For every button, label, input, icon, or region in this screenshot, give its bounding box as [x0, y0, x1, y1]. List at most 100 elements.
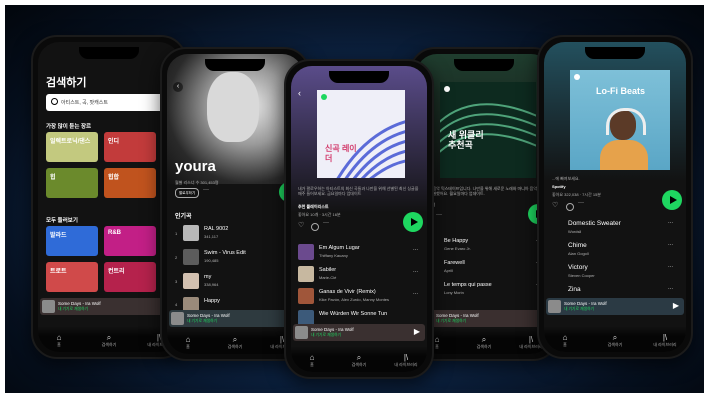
track-plays: 338,964 — [204, 282, 219, 287]
playlist-cover: 새 위클리 추천곡 — [440, 82, 536, 178]
miniplayer-art — [42, 300, 55, 313]
cover-pattern — [336, 120, 405, 178]
nav-home[interactable]: ⌂ 홈 — [44, 333, 74, 348]
marketing-stage: 검색하기 아티스트, 곡, 팟캐스트 가장 많이 듣는 장르 일렉트로닉/댄스 … — [5, 5, 704, 393]
track-title: Zina — [568, 286, 581, 293]
home-icon: ⌂ — [562, 333, 568, 342]
artist-name: youra — [175, 158, 216, 175]
more-icon[interactable]: ··· — [436, 212, 442, 218]
nav-search[interactable]: ⌕ 검색하기 — [600, 333, 630, 348]
miniplayer-track: Some Days - Ira Wolf — [436, 313, 479, 318]
track-title: Le temps qui passe — [444, 282, 492, 288]
nav-home[interactable]: ⌂ 홈 — [550, 333, 580, 348]
more-icon[interactable]: ··· — [323, 220, 329, 226]
section-browse-all: 모두 둘러보기 — [46, 218, 78, 224]
play-button[interactable] — [662, 190, 682, 210]
search-icon: ⌕ — [481, 335, 487, 344]
genre-label: 힙 — [50, 175, 56, 181]
track-title: Ganas de Vivir (Remix) — [319, 289, 376, 295]
play-button[interactable] — [403, 212, 423, 232]
nav-home[interactable]: ⌂ 홈 — [297, 353, 327, 368]
genre-label: 일렉트로닉/댄스 — [50, 139, 91, 145]
nav-search[interactable]: ⌕ 검색하기 — [469, 335, 499, 350]
nav-search[interactable]: ⌕ 검색하기 — [94, 333, 124, 348]
track-plays: 341,117 — [204, 234, 219, 239]
more-icon[interactable]: ··· — [668, 242, 673, 248]
track-art — [298, 266, 314, 282]
playlist-phone: ‹ 신곡 레이더 내가 팔로우하는 아티스트의 최신 곡들과 나만을 위해 선별… — [284, 59, 434, 379]
genre-card-hiphop[interactable]: 힙합 — [104, 168, 156, 198]
track-artist: Thiffany Kauany — [319, 253, 348, 258]
miniplayer-track: Some Days - Ira Wolf — [311, 327, 354, 332]
nav-home[interactable]: ⌂ 홈 — [173, 335, 203, 350]
miniplayer-device: 내 기기로 재생하기 — [311, 333, 342, 337]
nav-library[interactable]: |\ 내 라이브러리 — [391, 353, 421, 368]
more-icon[interactable]: ··· — [413, 291, 418, 297]
home-icon: ⌂ — [56, 333, 62, 342]
playlist-owner: 추천 플레이리스트 — [298, 204, 329, 209]
nav-search[interactable]: ⌕ 검색하기 — [344, 353, 374, 368]
spotify-logo-icon — [321, 94, 327, 100]
genre-card-electronic[interactable]: 일렉트로닉/댄스 — [46, 132, 98, 162]
more-icon[interactable]: ··· — [668, 264, 673, 270]
bottom-nav: ⌂ 홈 ⌕ 검색하기 |\ 내 라이브러리 — [544, 326, 686, 352]
track-title: Em Algum Lugar — [319, 245, 360, 251]
track-title: Be Happy — [444, 238, 469, 244]
more-icon[interactable]: ··· — [413, 269, 418, 275]
miniplayer-track: Some Days - Ira Wolf — [564, 301, 607, 306]
download-icon[interactable] — [311, 223, 319, 231]
follow-button[interactable]: 팔로우하기 — [175, 188, 199, 198]
genre-label: 컨트리 — [108, 269, 125, 275]
cover-title: Lo-Fi Beats — [596, 86, 646, 96]
genre-card-hip[interactable]: 힙 — [46, 168, 98, 198]
follow-label: 팔로우하기 — [179, 191, 196, 195]
genre-card-indie[interactable]: 인디 — [104, 132, 156, 162]
back-icon[interactable]: ‹ — [173, 82, 183, 92]
play-icon[interactable]: ▶ — [414, 327, 420, 336]
search-input[interactable]: 아티스트, 곡, 팟캐스트 — [46, 94, 164, 111]
library-icon: |\ — [403, 353, 409, 362]
playlist-owner: Spotify — [552, 184, 566, 189]
playlist-description: 주간 음악 믹스테이프입니다. 나만을 위해 새로운 노래와 마니아 음악 들을… — [424, 186, 542, 196]
play-icon[interactable]: ▶ — [673, 301, 679, 310]
search-icon: ⌕ — [612, 333, 618, 342]
more-icon[interactable]: ··· — [578, 200, 584, 206]
track-title: RAL 9002 — [204, 226, 229, 232]
cover-person-body — [600, 140, 648, 170]
nav-library[interactable]: |\ 내 라이브러리 — [650, 333, 680, 348]
genre-card-ballad[interactable]: 발라드 — [46, 226, 98, 256]
track-art — [183, 273, 199, 289]
bottom-nav: ⌂ 홈 ⌕ 검색하기 |\ 내 라이브러리 — [38, 326, 180, 352]
genre-label: 발라드 — [50, 233, 67, 239]
search-icon: ⌕ — [106, 333, 112, 342]
miniplayer-device: 내 기기로 재생하기 — [58, 307, 89, 311]
genre-card-country[interactable]: 컨트리 — [104, 262, 156, 292]
miniplayer[interactable]: Some Days - Ira Wolf 내 기기로 재생하기 — [169, 310, 301, 327]
playlist-meta: 좋아요 10개 · 3시간 16분 — [298, 212, 341, 217]
miniplayer[interactable]: Some Days - Ira Wolf 내 기기로 재생하기 ▶ — [293, 324, 425, 341]
miniplayer[interactable]: Some Days - Ira Wolf 내 기기로 재생하기 ▶ — [546, 298, 684, 315]
download-icon[interactable] — [566, 203, 574, 211]
miniplayer[interactable]: Some Days - Ira Wolf 내 기기로 재생하기 — [40, 298, 178, 315]
track-number: 3 — [175, 279, 178, 284]
track-title: Victory — [568, 264, 588, 271]
more-icon[interactable]: ··· — [413, 247, 418, 253]
heart-icon[interactable]: ♡ — [552, 201, 558, 209]
genre-card-rnb[interactable]: R&B — [104, 226, 156, 256]
miniplayer[interactable]: Some Days - Ira Wolf 내 기기로 재생하기 ▶ — [418, 310, 550, 327]
more-icon[interactable]: ··· — [668, 286, 673, 292]
genre-label: R&B — [108, 230, 121, 236]
more-icon[interactable]: ··· — [668, 220, 673, 226]
miniplayer-art — [171, 312, 184, 325]
track-title: Chime — [568, 242, 587, 249]
lofi-screen: Lo-Fi Beats ...에 빠져보세요. Spotify 좋아요 322,… — [544, 42, 686, 352]
genre-card-trot[interactable]: 트로트 — [46, 262, 98, 292]
more-icon[interactable]: ··· — [203, 187, 209, 193]
weekly-screen: 새 위클리 추천곡 주간 음악 믹스테이프입니다. 나만을 위해 새로운 노래와… — [416, 54, 552, 354]
heart-icon[interactable]: ♡ — [298, 221, 304, 229]
track-art — [298, 288, 314, 304]
back-icon[interactable]: ‹ — [298, 88, 301, 98]
cover-title: 새 위클리 추천곡 — [448, 130, 484, 150]
track-title: Farewell — [444, 260, 465, 266]
nav-search[interactable]: ⌕ 검색하기 — [220, 335, 250, 350]
